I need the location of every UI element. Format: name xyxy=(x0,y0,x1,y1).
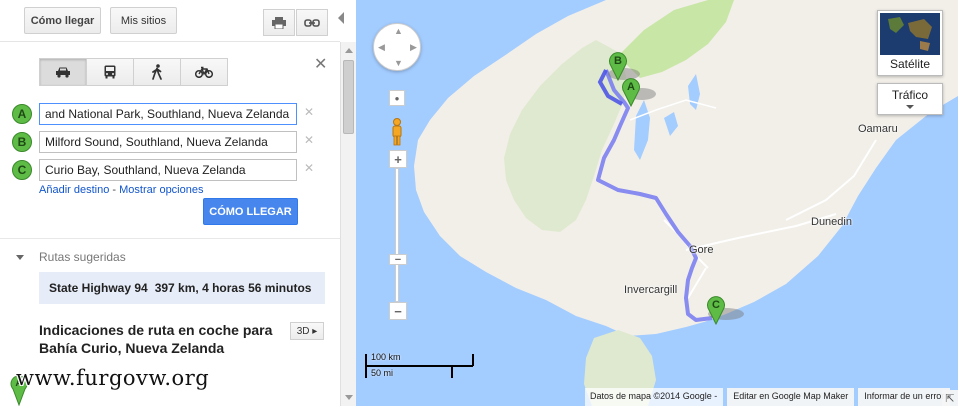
collapse-panel-icon[interactable] xyxy=(338,12,344,24)
suggested-routes-header[interactable]: Rutas sugeridas xyxy=(16,250,126,264)
close-icon[interactable]: ✕ xyxy=(314,54,327,74)
link-button[interactable] xyxy=(296,9,328,36)
mode-car[interactable] xyxy=(39,58,87,86)
waypoint-marker-a: A xyxy=(12,104,32,124)
satellite-toggle[interactable]: Satélite xyxy=(877,10,943,76)
scale-bar: 100 km 50 mi xyxy=(365,352,475,378)
car-icon xyxy=(56,67,70,78)
panel-scrollbar[interactable] xyxy=(340,42,356,406)
pan-down-icon[interactable]: ▼ xyxy=(394,58,403,68)
map-marker-label: B xyxy=(614,55,622,67)
walk-icon xyxy=(152,64,162,80)
waypoint-row-a: A ✕ xyxy=(12,103,322,127)
remove-waypoint-icon[interactable]: ✕ xyxy=(304,105,314,119)
map-marker-label: C xyxy=(712,299,720,311)
chevron-down-icon xyxy=(906,105,914,109)
print-button[interactable] xyxy=(263,9,295,36)
zoom-slider-handle[interactable]: − xyxy=(389,254,407,266)
waypoint-input-c[interactable] xyxy=(39,159,297,181)
edit-map-maker-link[interactable]: Editar en Google Map Maker xyxy=(727,388,855,406)
map-data-attribution: Datos de mapa ©2014 Google - xyxy=(585,388,724,406)
pegman-icon[interactable] xyxy=(390,118,404,146)
my-places-button[interactable]: Mis sitios xyxy=(110,7,177,34)
map-canvas[interactable]: Oamaru Dunedin Gore Invercargill B A C ▲… xyxy=(356,0,958,406)
mode-transit[interactable] xyxy=(86,58,134,86)
pan-right-icon[interactable]: ▶ xyxy=(410,42,417,53)
add-destination-link[interactable]: Añadir destino xyxy=(39,184,109,196)
map-base xyxy=(414,0,958,406)
place-label: Dunedin xyxy=(811,216,852,228)
place-label: Invercargill xyxy=(624,284,678,296)
waypoint-marker-c: C xyxy=(12,160,32,180)
3d-button[interactable]: 3D ▸ xyxy=(290,322,324,340)
satellite-thumbnail xyxy=(880,13,940,55)
bike-icon xyxy=(195,66,213,78)
suggested-route[interactable]: State Highway 94 397 km, 4 horas 56 minu… xyxy=(39,272,325,304)
remove-waypoint-icon[interactable]: ✕ xyxy=(304,161,314,175)
link-icon xyxy=(304,18,320,27)
map-footer: Datos de mapa ©2014 Google - Editar en G… xyxy=(585,388,951,406)
route-distance: 397 km, xyxy=(154,281,199,295)
travel-mode-selector xyxy=(39,58,228,86)
scrollbar-thumb[interactable] xyxy=(343,60,354,134)
location-icon[interactable]: ● xyxy=(389,90,405,106)
report-error-link[interactable]: Informar de un error xyxy=(858,388,951,406)
waypoint-row-b: B ✕ xyxy=(12,131,322,155)
map-marker-a[interactable]: A xyxy=(621,77,641,107)
bus-icon xyxy=(104,65,116,79)
zoom-in-button[interactable]: + xyxy=(389,150,407,168)
place-label: Gore xyxy=(689,244,714,256)
pan-up-icon[interactable]: ▲ xyxy=(394,26,403,36)
traffic-label: Tráfico xyxy=(891,88,929,102)
route-name: State Highway 94 xyxy=(49,281,148,295)
collapse-triangle-icon xyxy=(16,254,24,260)
printer-icon xyxy=(272,16,286,29)
link-separator: - xyxy=(109,184,120,196)
directions-button[interactable]: Cómo llegar xyxy=(24,7,101,34)
zoom-out-button[interactable]: − xyxy=(389,302,407,320)
zoom-track[interactable] xyxy=(395,168,399,302)
suggested-routes-label: Rutas sugeridas xyxy=(39,250,126,264)
waypoint-options: Añadir destino - Mostrar opciones xyxy=(39,184,203,196)
waypoint-row-c: C ✕ xyxy=(12,159,322,183)
directions-panel: Cómo llegar Mis sitios ✕ A and National … xyxy=(0,0,340,406)
traffic-toggle[interactable]: Tráfico xyxy=(877,83,943,115)
directions-title: Indicaciones de ruta en coche para Bahía… xyxy=(39,322,273,356)
expand-corner-icon[interactable]: ⇱ xyxy=(942,390,958,406)
scroll-up-icon[interactable] xyxy=(345,48,353,53)
satellite-label: Satélite xyxy=(889,57,931,71)
route-duration: 4 horas 56 minutos xyxy=(202,281,312,295)
show-options-link[interactable]: Mostrar opciones xyxy=(119,184,203,196)
get-directions-button[interactable]: CÓMO LLEGAR xyxy=(203,198,298,225)
divider xyxy=(0,238,340,239)
remove-waypoint-icon[interactable]: ✕ xyxy=(304,133,314,147)
watermark: www.furgovw.org xyxy=(16,366,210,390)
map-marker-label: A xyxy=(627,81,635,93)
pan-left-icon[interactable]: ◀ xyxy=(378,42,385,53)
mode-bicycle[interactable] xyxy=(180,58,228,86)
scroll-down-icon[interactable] xyxy=(345,395,353,400)
waypoint-input-a[interactable] xyxy=(39,103,297,125)
mode-walking[interactable] xyxy=(133,58,181,86)
waypoint-marker-b: B xyxy=(12,132,32,152)
map-marker-c[interactable]: C xyxy=(706,295,726,325)
place-label: Oamaru xyxy=(858,123,898,135)
3d-label: 3D xyxy=(296,325,310,337)
waypoint-input-b[interactable] xyxy=(39,131,297,153)
panel-toolbar: Cómo llegar Mis sitios xyxy=(0,0,340,42)
pan-control[interactable]: ▲ ▼ ◀ ▶ xyxy=(373,23,421,71)
